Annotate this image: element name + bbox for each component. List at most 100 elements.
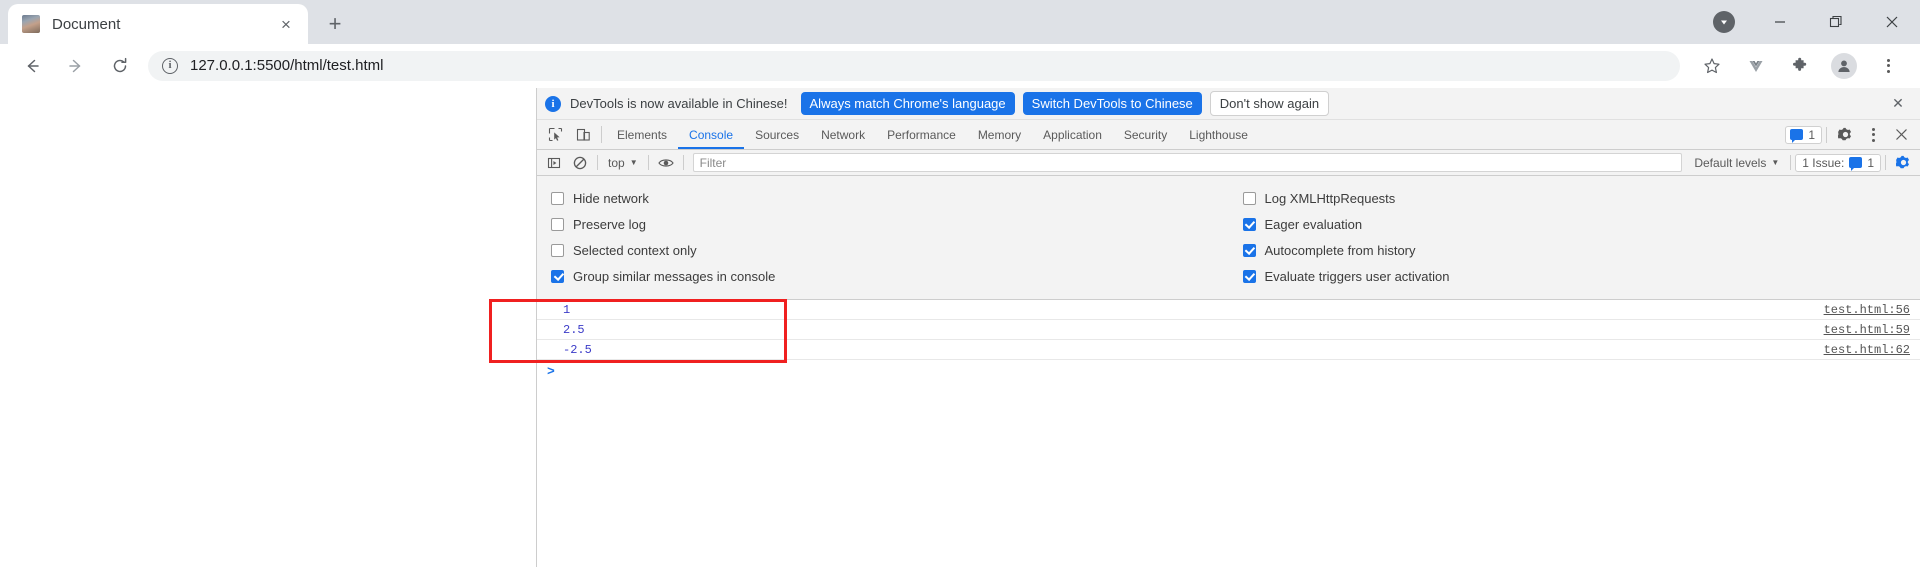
checkbox[interactable] (551, 191, 564, 205)
setting-label: Log XMLHttpRequests (1264, 190, 1396, 206)
window-controls (1696, 0, 1920, 44)
setting-label: Eager evaluation (1264, 216, 1363, 232)
kebab-icon (1862, 127, 1884, 142)
console-value: 1 (563, 302, 571, 317)
console-source-link[interactable]: test.html:62 (1824, 343, 1910, 357)
console-message[interactable]: -2.5 test.html:62 (537, 340, 1920, 360)
always-match-language-button[interactable]: Always match Chrome's language (800, 92, 1015, 115)
message-count-badge[interactable]: 1 (1785, 125, 1822, 144)
tab-memory[interactable]: Memory (967, 120, 1032, 149)
devtools-more-menu-icon[interactable] (1859, 127, 1887, 142)
setting-group-similar-messages[interactable]: Group similar messages in console (551, 263, 1229, 289)
checkbox[interactable] (1242, 217, 1256, 231)
setting-label: Autocomplete from history (1264, 242, 1416, 258)
toolbar-right (1690, 49, 1910, 83)
checkbox[interactable] (1242, 269, 1256, 283)
tab-sources[interactable]: Sources (744, 120, 810, 149)
tab-security[interactable]: Security (1113, 120, 1178, 149)
setting-autocomplete-from-history[interactable]: Autocomplete from history (1242, 237, 1920, 263)
checkbox[interactable] (1242, 191, 1256, 205)
console-sidebar-toggle-icon[interactable] (541, 152, 567, 174)
console-source-link[interactable]: test.html:59 (1824, 323, 1910, 337)
device-toolbar-icon[interactable] (569, 120, 597, 149)
forward-icon[interactable] (59, 49, 93, 83)
console-source-link[interactable]: test.html:56 (1824, 303, 1910, 317)
setting-selected-context-only[interactable]: Selected context only (551, 237, 1229, 263)
console-filter-bar: top ▼ Default levels ▼ 1 Issue: 1 (537, 150, 1920, 176)
live-expression-eye-icon[interactable] (653, 152, 679, 174)
setting-label: Hide network (573, 190, 649, 206)
execution-context-select[interactable]: top ▼ (602, 156, 644, 170)
console-message[interactable]: 1 test.html:56 (537, 300, 1920, 320)
log-level-select[interactable]: Default levels ▼ (1687, 156, 1786, 170)
info-icon: i (545, 95, 561, 112)
address-bar-url: 127.0.0.1:5500/html/test.html (190, 57, 384, 74)
checkbox[interactable] (551, 243, 564, 257)
settings-column-left: Hide network Preserve log Selected conte… (537, 185, 1229, 289)
checkbox[interactable] (551, 217, 564, 231)
avatar (1831, 52, 1857, 79)
profile-avatar[interactable] (1827, 49, 1861, 83)
page-thumbnail-icon (22, 15, 40, 33)
devtools-tab-bar: Elements Console Sources Network Perform… (537, 120, 1920, 150)
tab-application[interactable]: Application (1032, 120, 1113, 149)
setting-preserve-log[interactable]: Preserve log (551, 211, 1229, 237)
new-tab-button[interactable]: + (318, 7, 352, 41)
tab-elements[interactable]: Elements (606, 120, 678, 149)
checkbox[interactable] (1242, 243, 1256, 257)
message-count: 1 (1808, 127, 1815, 142)
console-message[interactable]: 2.5 test.html:59 (537, 320, 1920, 340)
vue-devtools-icon[interactable] (1739, 49, 1773, 83)
issues-count: 1 (1867, 155, 1874, 170)
site-info-icon[interactable]: i (162, 57, 178, 74)
browser-menu-icon[interactable] (1871, 49, 1905, 83)
browser-window: Document × + i 127.0.0.1:5500/html/test.… (0, 0, 1920, 567)
issues-badge[interactable]: 1 Issue: 1 (1795, 153, 1881, 172)
tab-title: Document (52, 15, 121, 33)
inspect-element-icon[interactable] (541, 120, 569, 149)
log-level-value: Default levels (1694, 155, 1767, 170)
divider (601, 126, 602, 143)
console-prompt-row[interactable]: > (537, 360, 1920, 382)
setting-log-xmlhttprequests[interactable]: Log XMLHttpRequests (1242, 185, 1920, 211)
minimize-button[interactable] (1752, 0, 1808, 44)
issues-label: 1 Issue: (1802, 155, 1845, 170)
setting-evaluate-triggers-user-activation[interactable]: Evaluate triggers user activation (1242, 263, 1920, 289)
clear-console-icon[interactable] (567, 152, 593, 174)
close-window-button[interactable] (1864, 0, 1920, 44)
settings-gear-icon[interactable] (1831, 127, 1859, 142)
console-filter-input[interactable] (692, 153, 1683, 172)
download-icon (1713, 11, 1735, 33)
switch-devtools-language-button[interactable]: Switch DevTools to Chinese (1022, 92, 1202, 115)
back-icon[interactable] (15, 49, 49, 83)
language-banner: i DevTools is now available in Chinese! … (537, 88, 1920, 120)
banner-message: DevTools is now available in Chinese! (570, 96, 788, 111)
tab-performance[interactable]: Performance (876, 120, 967, 149)
maximize-button[interactable] (1808, 0, 1864, 44)
setting-hide-network[interactable]: Hide network (551, 185, 1229, 211)
checkbox[interactable] (551, 269, 564, 283)
banner-close-icon[interactable]: ✕ (1888, 94, 1908, 114)
close-icon[interactable]: × (274, 12, 298, 36)
tab-network[interactable]: Network (810, 120, 876, 149)
browser-tab[interactable]: Document × (8, 4, 308, 44)
chevron-down-icon: ▼ (629, 158, 638, 167)
divider (1826, 126, 1827, 143)
tab-console[interactable]: Console (678, 120, 744, 149)
address-bar[interactable]: i 127.0.0.1:5500/html/test.html (148, 50, 1680, 81)
divider (597, 155, 598, 170)
bookmark-star-icon[interactable] (1695, 49, 1729, 83)
console-settings-panel: Hide network Preserve log Selected conte… (537, 176, 1920, 300)
download-indicator-button[interactable] (1696, 0, 1752, 44)
close-devtools-icon[interactable] (1887, 128, 1915, 141)
chevron-down-icon: ▼ (1771, 158, 1780, 167)
setting-eager-evaluation[interactable]: Eager evaluation (1242, 211, 1920, 237)
console-settings-gear-icon[interactable] (1890, 152, 1916, 174)
settings-column-right: Log XMLHttpRequests Eager evaluation Aut… (1229, 185, 1920, 289)
extensions-puzzle-icon[interactable] (1783, 49, 1817, 83)
divider (647, 155, 649, 170)
tab-lighthouse[interactable]: Lighthouse (1178, 120, 1259, 149)
reload-icon[interactable] (103, 49, 137, 83)
dont-show-again-button[interactable]: Don't show again (1209, 91, 1330, 116)
setting-label: Group similar messages in console (573, 268, 776, 284)
